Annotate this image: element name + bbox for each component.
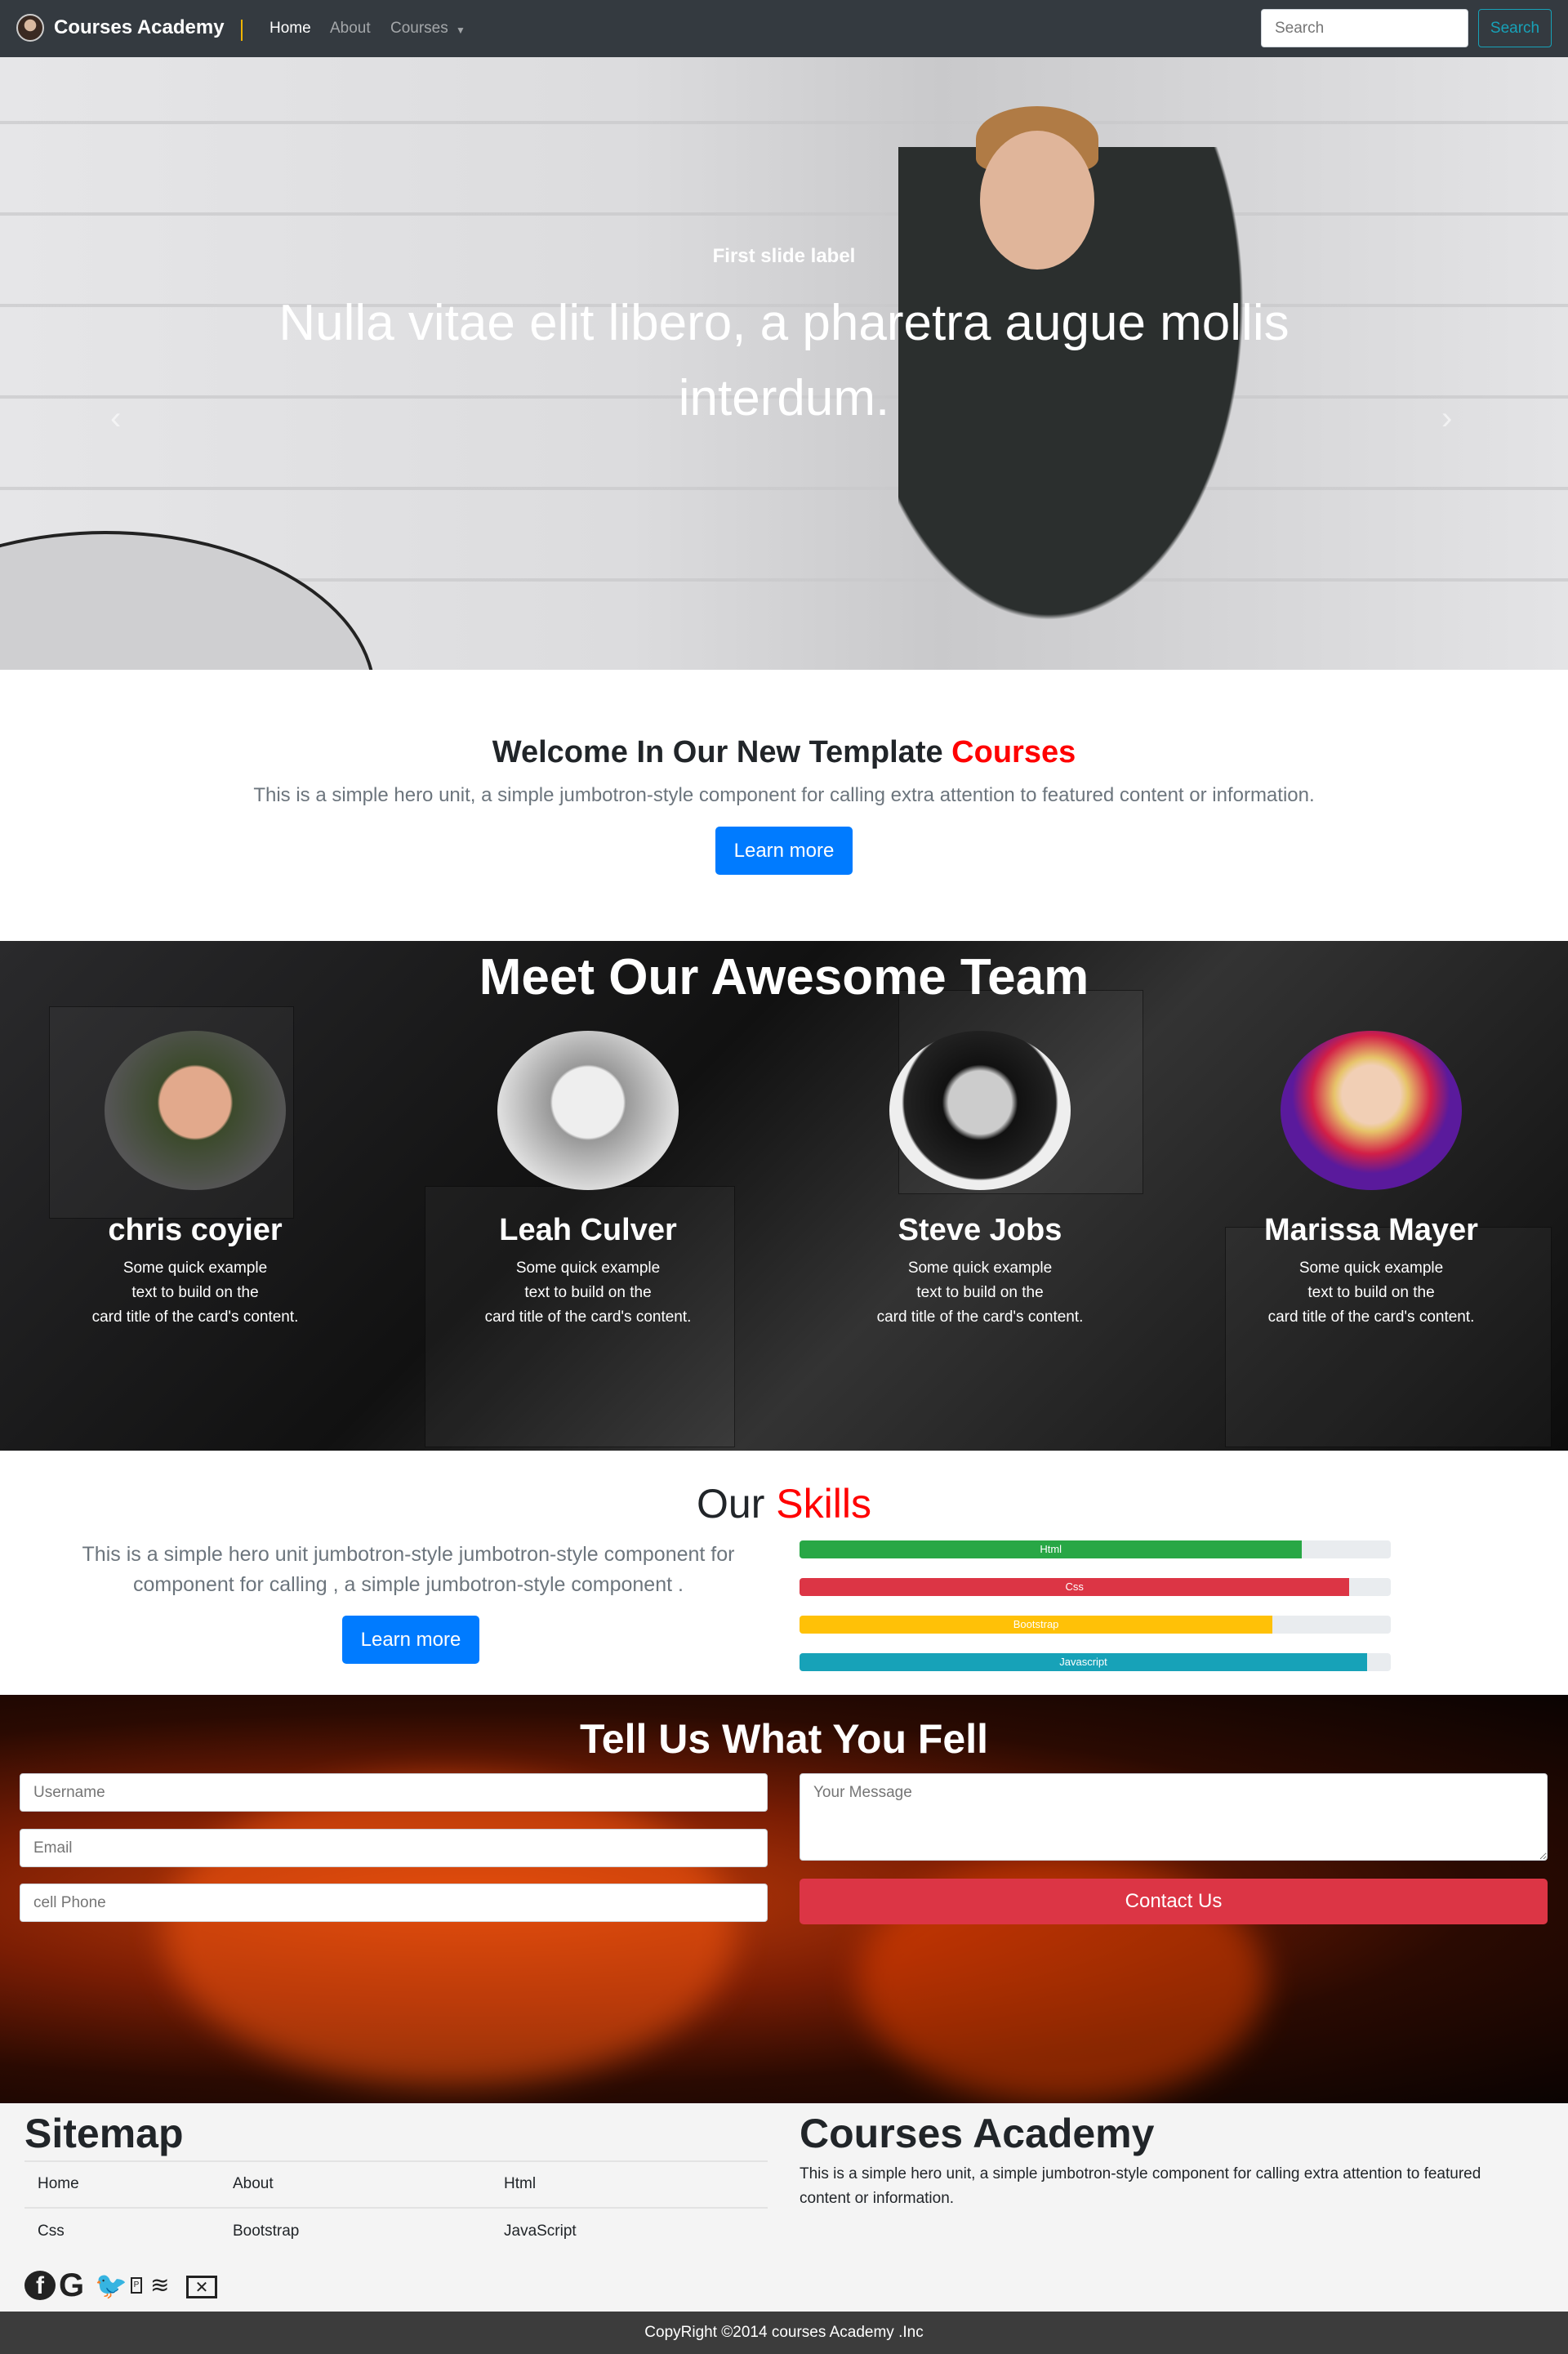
phone-input[interactable] <box>20 1884 768 1922</box>
skill-progress-fill: Html <box>800 1540 1303 1558</box>
welcome-title: Welcome In Our New Template Courses <box>0 735 1568 770</box>
team-card: chris coyier Some quick example text to b… <box>16 941 375 1330</box>
skills-title-text: Our <box>697 1481 777 1527</box>
skill-progress-fill: Javascript <box>800 1653 1368 1671</box>
skill-progress-bar: Css <box>800 1578 1391 1596</box>
footer-link-css[interactable]: Css <box>38 2222 65 2240</box>
member-desc: Some quick example text to build on the ca… <box>1267 1259 1475 1326</box>
member-name: Leah Culver <box>499 1213 677 1247</box>
wifi-icon[interactable]: ≋ <box>150 2271 169 2300</box>
avatar <box>105 1031 286 1190</box>
next-slide-icon[interactable]: › <box>1441 400 1452 437</box>
learn-more-button[interactable]: Learn more <box>715 827 853 875</box>
about-text: This is a simple hero unit, a simple jum… <box>800 2165 1481 2207</box>
team-card: Leah Culver Some quick example text to bu… <box>408 941 768 1330</box>
avatar <box>889 1031 1071 1190</box>
copyright: CopyRight ©2014 courses Academy .Inc <box>0 2312 1568 2354</box>
welcome-text: This is a simple hero unit, a simple jum… <box>253 784 1315 806</box>
brand-logo-avatar[interactable] <box>16 14 44 42</box>
team-section: Meet Our Awesome Team chris coyier Some … <box>0 941 1568 1451</box>
footer: Sitemap Home About Html Css Bootstrap Ja… <box>0 2103 1568 2312</box>
contact-section: Tell Us What You Fell Contact Us <box>0 1695 1568 2103</box>
sitemap-title: Sitemap <box>24 2111 184 2156</box>
contact-us-button[interactable]: Contact Us <box>800 1879 1548 1924</box>
nav-about[interactable]: About <box>330 20 371 38</box>
slide-text: Nulla vitae elit libero, a pharetra augu… <box>278 295 1290 426</box>
about-title: Courses Academy <box>800 2111 1155 2156</box>
avatar <box>497 1031 679 1190</box>
email-input[interactable] <box>20 1829 768 1867</box>
footer-link-about[interactable]: About <box>233 2175 274 2193</box>
skill-progress-fill: Bootstrap <box>800 1616 1273 1634</box>
footer-link-bootstrap[interactable]: Bootstrap <box>233 2222 299 2240</box>
skill-progress-fill: Css <box>800 1578 1350 1596</box>
hero-carousel: First slide label Nulla vitae elit liber… <box>0 57 1568 670</box>
footer-link-html[interactable]: Html <box>504 2175 536 2193</box>
brand-name[interactable]: Courses Academy <box>54 16 225 39</box>
search-input[interactable] <box>1261 9 1468 47</box>
member-desc: Some quick example text to build on the ca… <box>876 1259 1084 1326</box>
skills-title: Our Skills <box>0 1480 1568 1527</box>
message-textarea[interactable] <box>800 1773 1548 1861</box>
member-name: Marissa Mayer <box>1264 1213 1478 1247</box>
member-name: chris coyier <box>108 1213 283 1247</box>
twitter-icon[interactable]: 🐦 <box>95 2271 127 2300</box>
mail-icon[interactable]: ✕ <box>186 2276 217 2298</box>
footer-link-javascript[interactable]: JavaScript <box>504 2222 577 2240</box>
brand-divider <box>241 20 243 41</box>
contact-title: Tell Us What You Fell <box>579 1716 989 1762</box>
nav-home[interactable]: Home <box>270 20 311 38</box>
navbar: Courses Academy Home About Courses ▼ Sea… <box>0 0 1568 57</box>
facebook-icon[interactable]: f <box>24 2271 56 2300</box>
team-card: Marissa Mayer Some quick example text to … <box>1192 941 1551 1330</box>
team-card: Steve Jobs Some quick example text to bui… <box>800 941 1160 1330</box>
slide-label: First slide label <box>712 245 856 267</box>
member-desc: Some quick example text to build on the ca… <box>484 1259 692 1326</box>
skills-title-accent: Skills <box>776 1481 871 1527</box>
prev-slide-icon[interactable]: ‹ <box>110 400 121 437</box>
welcome-title-accent: Courses <box>951 735 1076 769</box>
skills-learn-more-button[interactable]: Learn more <box>342 1616 479 1664</box>
member-desc: Some quick example text to build on the ca… <box>91 1259 299 1326</box>
footer-link-home[interactable]: Home <box>38 2175 79 2193</box>
chevron-down-icon: ▼ <box>456 25 466 36</box>
username-input[interactable] <box>20 1773 768 1812</box>
google-icon[interactable]: G <box>59 2269 84 2302</box>
skill-progress-bar: Javascript <box>800 1653 1391 1671</box>
skill-progress-bar: Html <box>800 1540 1391 1558</box>
member-name: Steve Jobs <box>898 1213 1062 1247</box>
skill-progress-bar: Bootstrap <box>800 1616 1391 1634</box>
welcome-title-text: Welcome In Our New Template <box>492 735 952 769</box>
pinterest-icon[interactable]: P <box>131 2277 142 2294</box>
nav-courses-dropdown[interactable]: Courses <box>390 20 448 38</box>
search-button[interactable]: Search <box>1478 9 1552 47</box>
avatar <box>1281 1031 1462 1190</box>
skills-text: This is a simple hero unit jumbotron-sty… <box>82 1543 735 1596</box>
